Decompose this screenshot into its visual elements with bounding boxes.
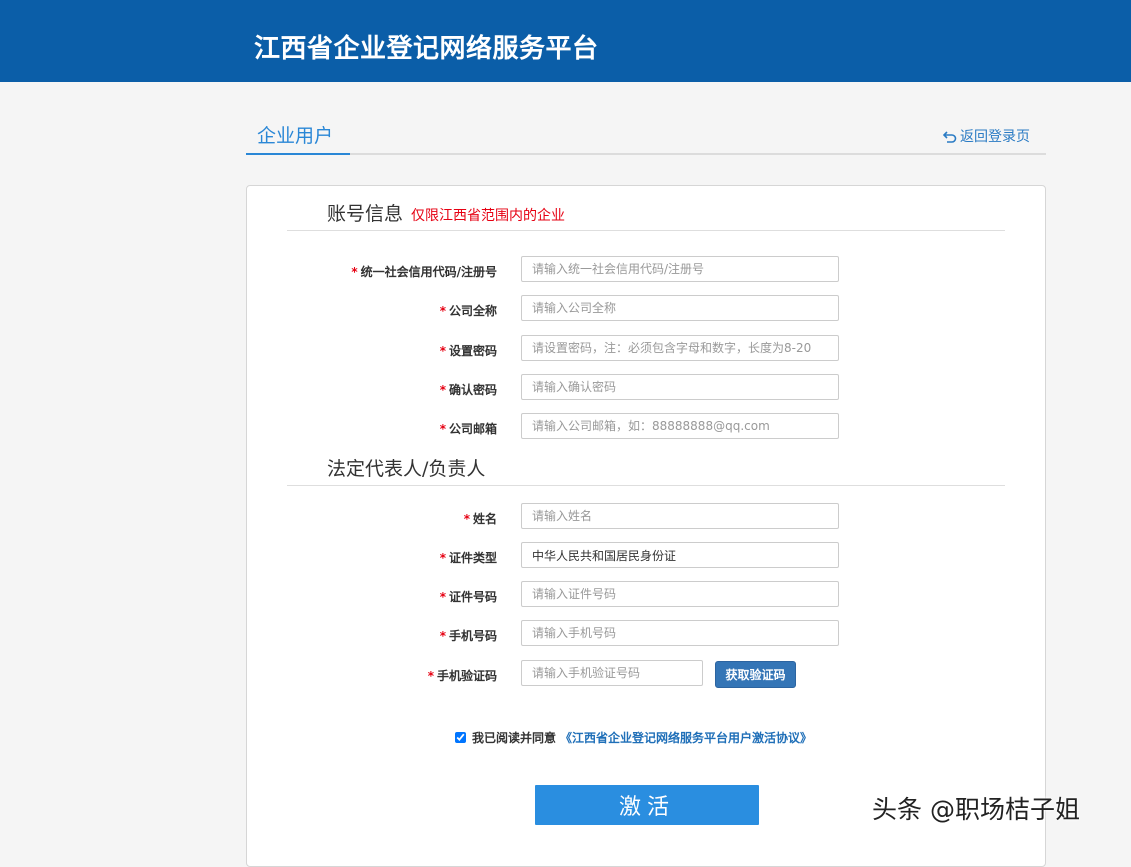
required-asterisk: * — [351, 265, 358, 279]
confirm-password-input[interactable] — [521, 374, 839, 400]
back-link-label: 返回登录页 — [960, 129, 1030, 145]
password-input[interactable] — [521, 335, 839, 361]
registration-form: 账号信息仅限江西省范围内的企业 *统一社会信用代码/注册号 *公司全称 *设置密… — [246, 185, 1046, 867]
required-asterisk: * — [439, 344, 446, 358]
company-name-label-text: 公司全称 — [448, 304, 497, 318]
section-divider — [287, 485, 1005, 486]
credit-code-label: * 统一社会信用代码/注册号 — [351, 263, 497, 280]
required-asterisk: * — [427, 669, 434, 683]
watermark: 头条 @职场桔子姐 — [872, 795, 1080, 824]
account-section-title: 账号信息 仅限江西省范围内的企业 — [327, 199, 565, 226]
return-arrow-icon — [942, 131, 957, 143]
confirm-password-label-text: 确认密码 — [448, 383, 497, 397]
agreement-checkbox[interactable] — [455, 732, 466, 743]
email-input[interactable] — [521, 413, 839, 439]
company-name-label: * 公司全称 — [440, 302, 497, 319]
company-name-input[interactable] — [521, 295, 839, 321]
email-label-text: 公司邮箱 — [448, 422, 497, 436]
password-label-text: 设置密码 — [448, 344, 497, 358]
agreement-link[interactable]: 《江西省企业登记网络服务平台用户激活协议》 — [560, 731, 812, 745]
sms-code-input[interactable] — [521, 660, 703, 686]
id-number-label-text: 证件号码 — [448, 590, 497, 604]
confirm-password-label: * 确认密码 — [440, 381, 497, 398]
sms-code-label-text: 手机验证码 — [436, 669, 497, 683]
name-label-text: 姓名 — [472, 512, 497, 526]
account-section-heading: 账号信息 — [327, 203, 404, 225]
region-restriction-note: 仅限江西省范围内的企业 — [411, 208, 566, 224]
id-type-select[interactable] — [521, 542, 839, 568]
required-asterisk: * — [439, 629, 446, 643]
required-asterisk: * — [439, 590, 446, 604]
id-type-label: * 证件类型 — [440, 549, 497, 566]
agreement-text: 我已阅读并同意 — [472, 731, 557, 745]
site-title: 江西省企业登记网络服务平台 — [254, 34, 599, 64]
tab-enterprise-user[interactable]: 企业用户 — [246, 112, 350, 155]
required-asterisk: * — [463, 512, 470, 526]
phone-input[interactable] — [521, 620, 839, 646]
name-input[interactable] — [521, 503, 839, 529]
required-asterisk: * — [439, 551, 446, 565]
credit-code-label-text: 统一社会信用代码/注册号 — [360, 265, 497, 279]
get-sms-code-button[interactable]: 获取验证码 — [715, 661, 796, 688]
tab-bar: 企业用户 返回登录页 — [246, 112, 1046, 155]
required-asterisk: * — [439, 383, 446, 397]
section-divider — [287, 230, 1005, 231]
required-asterisk: * — [439, 422, 446, 436]
tab-label: 企业用户 — [257, 125, 334, 147]
email-label: * 公司邮箱 — [440, 420, 497, 437]
id-number-input[interactable] — [521, 581, 839, 607]
top-header: 江西省企业登记网络服务平台 — [0, 0, 1131, 82]
phone-label-text: 手机号码 — [448, 629, 497, 643]
id-number-label: * 证件号码 — [440, 588, 497, 605]
activate-button[interactable]: 激活 — [535, 785, 759, 825]
phone-label: * 手机号码 — [440, 627, 497, 644]
password-label: * 设置密码 — [440, 342, 497, 359]
credit-code-input[interactable] — [521, 256, 839, 282]
id-type-label-text: 证件类型 — [448, 551, 497, 565]
sms-code-label: * 手机验证码 — [428, 667, 497, 684]
required-asterisk: * — [439, 304, 446, 318]
agreement-row: 我已阅读并同意 《江西省企业登记网络服务平台用户激活协议》 — [455, 729, 812, 746]
legal-rep-section-title: 法定代表人/负责人 — [327, 458, 486, 480]
name-label: * 姓名 — [464, 510, 497, 527]
back-to-login-link[interactable]: 返回登录页 — [942, 126, 1030, 146]
